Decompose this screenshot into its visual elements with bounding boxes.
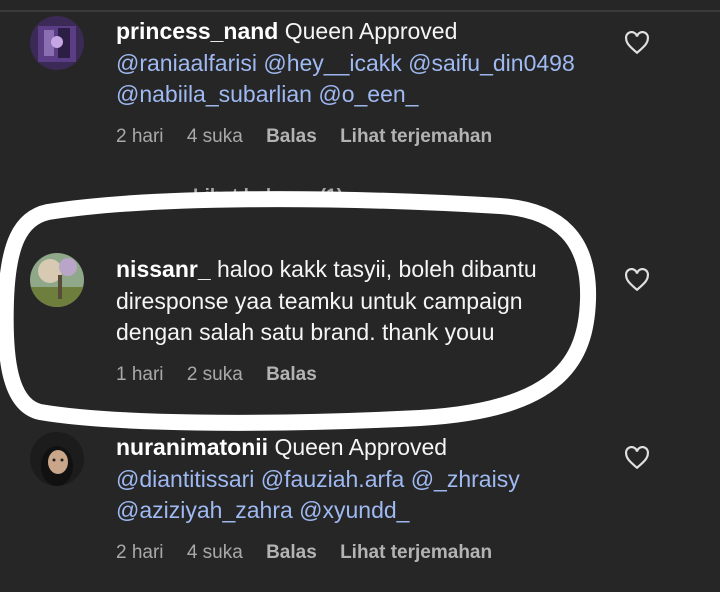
- comment-text: nissanr_ haloo kakk tasyii, boleh dibant…: [116, 254, 596, 349]
- comment-label: Queen Approved: [274, 434, 448, 460]
- heart-outline-icon[interactable]: [624, 268, 650, 292]
- comment-line: diresponse yaa teamku untuk campaign: [116, 287, 523, 314]
- avatar[interactable]: [30, 16, 84, 70]
- comment-username[interactable]: nuranimatonii: [116, 434, 268, 460]
- comment-time: 1 hari: [116, 364, 164, 385]
- comment-likes[interactable]: 2 suka: [187, 364, 243, 385]
- comment-likes[interactable]: 4 suka: [187, 542, 243, 563]
- heart-outline-icon[interactable]: [624, 446, 650, 470]
- comment-time: 2 hari: [116, 126, 164, 147]
- comment-text: princess_nand Queen Approved @raniaalfar…: [116, 16, 596, 111]
- translate-button[interactable]: Lihat terjemahan: [340, 126, 492, 147]
- avatar[interactable]: [30, 432, 84, 486]
- comment-time: 2 hari: [116, 542, 164, 563]
- comment-meta: 2 hari 4 suka Balas Lihat terjemahan: [116, 126, 510, 148]
- comment-likes[interactable]: 4 suka: [187, 126, 243, 147]
- reply-button[interactable]: Balas: [266, 126, 317, 147]
- comment-label: Queen Approved: [284, 18, 458, 44]
- reply-button[interactable]: Balas: [266, 542, 317, 563]
- view-replies-button[interactable]: Lihat balasan (1): [193, 186, 343, 208]
- reply-button[interactable]: Balas: [266, 364, 317, 385]
- comment-meta: 2 hari 4 suka Balas Lihat terjemahan: [116, 542, 510, 564]
- mention-line[interactable]: @aziziyah_zahra @xyundd_: [116, 497, 409, 523]
- comment-line: dengan salah satu brand. thank youu: [116, 319, 495, 345]
- comment-text: nuranimatonii Queen Approved @diantitiss…: [116, 432, 596, 527]
- comment-meta: 1 hari 2 suka Balas: [116, 364, 335, 386]
- top-divider: [0, 10, 720, 12]
- heart-outline-icon[interactable]: [624, 31, 650, 55]
- mention-line[interactable]: @diantitissari @fauziah.arfa @_zhraisy: [116, 466, 520, 492]
- mention-line[interactable]: @nabiila_subarlian @o_een_: [116, 81, 418, 107]
- comment-username[interactable]: nissanr_: [116, 256, 211, 282]
- translate-button[interactable]: Lihat terjemahan: [340, 542, 492, 563]
- avatar[interactable]: [30, 253, 84, 307]
- comment-username[interactable]: princess_nand: [116, 18, 278, 44]
- mention-line[interactable]: @raniaalfarisi @hey__icakk @saifu_din049…: [116, 50, 575, 76]
- comment-line: haloo kakk tasyii, boleh dibantu: [217, 256, 537, 282]
